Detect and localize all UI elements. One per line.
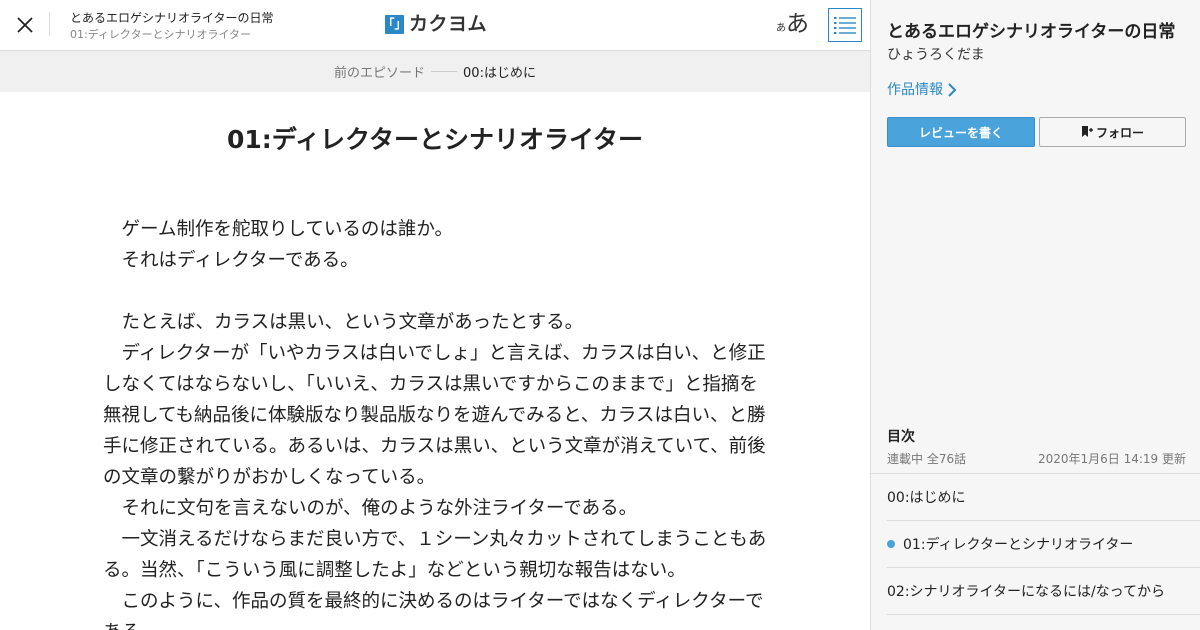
toc-item-label: 02:シナリオライターになるには/なってから [887, 584, 1165, 600]
font-size-big-glyph: あ [786, 11, 809, 37]
body-line: ある。 [103, 617, 753, 630]
current-episode-dot-icon [887, 540, 895, 548]
logo-mark-icon: 「」 [383, 14, 407, 34]
work-sidebar: とあるエロゲシナリオライターの日常 ひょうろくだま 作品情報 レビューを書く フ… [870, 0, 1200, 630]
episode-nav-separator [431, 71, 458, 72]
body-line: る。当然、「こういう風に調整したよ」などという親切な報告はない。 [103, 560, 686, 581]
prev-episode-title[interactable]: 00:はじめに [463, 62, 536, 81]
follow-label: フォロー [1095, 125, 1144, 140]
toc-item[interactable]: 01:ディレクターとシナリオライター [887, 521, 1200, 568]
toc-list: 00:はじめに 01:ディレクターとシナリオライター 02:シナリオライターになるに… [871, 474, 1200, 615]
write-review-label: レビューを書く [918, 125, 1003, 140]
bookmark-plus-icon [1081, 126, 1093, 137]
toc-item-label: 00:はじめに [887, 490, 966, 506]
write-review-button[interactable]: レビューを書く [887, 117, 1035, 147]
body-line: このように、作品の質を最終的に決めるのはライターではなくディレクターで [103, 591, 764, 612]
follow-button[interactable]: フォロー [1039, 117, 1186, 147]
toc-toggle-button[interactable] [828, 8, 862, 42]
header-work-title[interactable]: とあるエロゲシナリオライターの日常 [70, 11, 274, 26]
close-icon [17, 17, 33, 33]
episode-body: ゲーム制作を舵取りしているのは誰か。 それはディレクターである。 たとえば、カラ… [103, 214, 767, 630]
toc-updated: 2020年1月6日 14:19 更新 [1037, 452, 1186, 466]
toc-item[interactable]: 00:はじめに [887, 474, 1200, 521]
body-line: 手に修正されている。あるいは、カラスは黒い、という文章が消えていて、前後 [103, 436, 766, 457]
body-line: しなくてはならないし、「いいえ、カラスは黒いですからこのままで」と指摘を [103, 374, 758, 395]
kakuyomu-logo[interactable]: 「」 カクヨム [383, 13, 488, 35]
body-line: それはディレクターである。 [103, 250, 359, 271]
viewer-header: とあるエロゲシナリオライターの日常 01:ディレクターとシナリオライター 「」 … [0, 0, 870, 51]
body-line: それに文句を言えないのが、俺のような外注ライターである。 [103, 498, 638, 519]
body-line: の文章の繋がりがおかしくなっている。 [103, 467, 436, 488]
toc-meta: 連載中 全76話 2020年1月6日 14:19 更新 [887, 450, 1186, 468]
prev-episode-link[interactable]: 前のエピソード [334, 62, 425, 81]
episode-title: 01:ディレクターとシナリオライター [226, 125, 644, 154]
font-size-small-glyph: あ [776, 23, 786, 34]
body-line: たとえば、カラスは黒い、という文章があったとする。 [103, 312, 584, 333]
toc-item-label: 01:ディレクターとシナリオライター [903, 537, 1134, 553]
font-size-button[interactable]: あ あ [776, 10, 809, 38]
body-line: 無視しても納品後に体験版なり製品版なりを遊んでみると、カラスは白い、と勝 [103, 405, 766, 426]
body-line: 一文消えるだけならまだ良い方で、１シーン丸々カットされてしまうこともあ [103, 529, 767, 550]
work-info-label: 作品情報 [887, 82, 943, 98]
work-info-link[interactable]: 作品情報 [887, 80, 957, 100]
close-button[interactable] [0, 0, 50, 50]
toc-heading: 目次 [887, 429, 915, 445]
episode-content: 01:ディレクターとシナリオライター ゲーム制作を舵取りしているのは誰か。 それ… [0, 92, 870, 630]
chevron-right-icon [948, 83, 957, 97]
sidebar-author[interactable]: ひょうろくだま [887, 46, 985, 64]
toc-item[interactable]: 02:シナリオライターになるには/なってから [887, 568, 1200, 615]
header-episode-subtitle: 01:ディレクターとシナリオライター [70, 28, 252, 41]
header-titles: とあるエロゲシナリオライターの日常 01:ディレクターとシナリオライター [70, 11, 274, 42]
episode-nav-bar: 前のエピソード 00:はじめに [0, 51, 870, 92]
toc-status: 連載中 全76話 [887, 452, 967, 466]
body-line [103, 276, 753, 307]
list-icon [834, 17, 856, 34]
body-line: ゲーム制作を舵取りしているのは誰か。 [103, 219, 454, 240]
sidebar-work-title[interactable]: とあるエロゲシナリオライターの日常 [887, 21, 1175, 43]
header-divider [49, 12, 50, 36]
body-line: ディレクターが「いやカラスは白いでしょ」と言えば、カラスは白い、と修正 [103, 343, 766, 364]
logo-text: カクヨム [409, 13, 488, 35]
